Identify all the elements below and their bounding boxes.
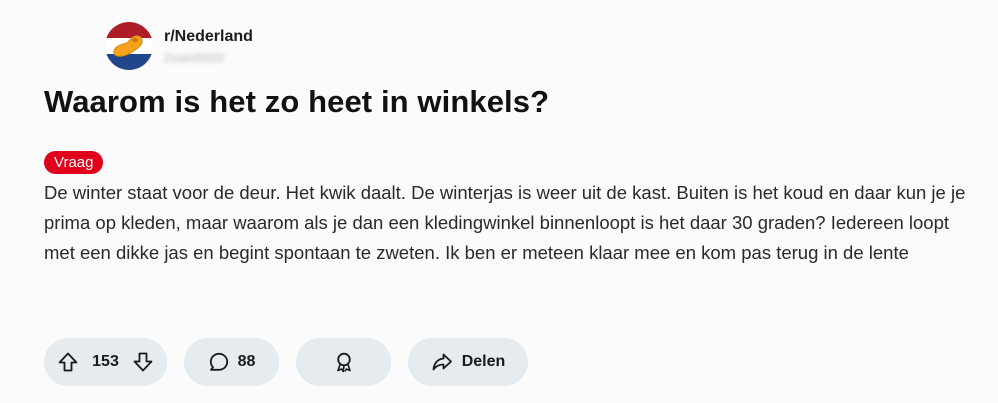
award-button[interactable] [296, 338, 391, 386]
post-flair[interactable]: Vraag [44, 151, 104, 174]
speech-bubble-icon [208, 351, 230, 373]
author-name[interactable]: Zealot5920 [164, 51, 253, 65]
vote-control: 153 [44, 338, 167, 386]
share-button[interactable]: Delen [408, 338, 528, 386]
post-meta: r/Nederland Zealot5920 [164, 28, 253, 65]
clog-icon [113, 35, 143, 57]
arrow-up-icon[interactable] [57, 351, 79, 373]
comments-button[interactable]: 88 [184, 338, 279, 386]
vote-score: 153 [92, 353, 119, 370]
share-arrow-icon [431, 351, 453, 373]
share-label: Delen [461, 353, 506, 370]
action-bar: 153 88 Delen [44, 338, 528, 386]
subreddit-avatar[interactable] [105, 22, 153, 70]
award-ribbon-icon [333, 351, 355, 373]
post-card: r/Nederland Zealot5920 Waarom is het zo … [0, 0, 998, 403]
arrow-down-icon[interactable] [132, 351, 154, 373]
post-body: De winter staat voor de deur. Het kwik d… [44, 182, 966, 263]
post-title: Waarom is het zo heet in winkels? [44, 84, 550, 119]
subreddit-name[interactable]: r/Nederland [164, 28, 253, 46]
post-header: r/Nederland Zealot5920 [105, 22, 253, 70]
comment-count: 88 [237, 353, 256, 370]
